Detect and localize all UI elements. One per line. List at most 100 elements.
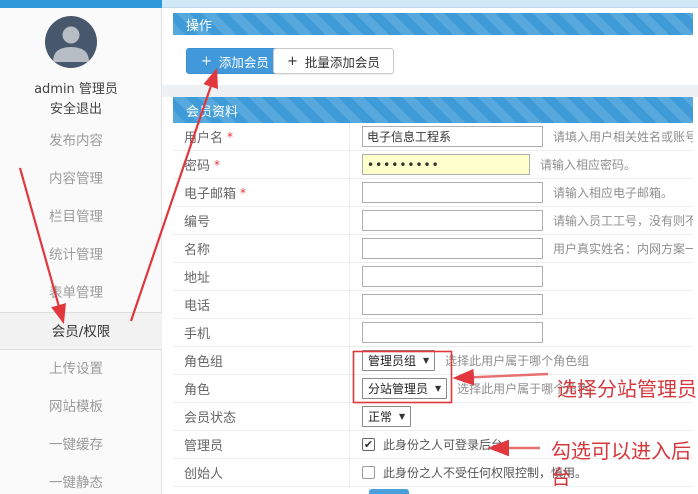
- text-input[interactable]: [362, 238, 543, 259]
- text-input[interactable]: [362, 210, 543, 231]
- form-row: 角色组 管理员组 ▼ 选择此用户属于哪个角色组: [173, 347, 693, 375]
- form-row: 地址: [173, 263, 693, 291]
- form-row: 手机: [173, 319, 693, 347]
- field-hint: 选择此用户属于哪个角色: [457, 380, 589, 397]
- submit-button[interactable]: [369, 489, 409, 494]
- sidebar-item-2[interactable]: 栏目管理: [0, 198, 152, 236]
- field-label: 管理员: [173, 431, 350, 458]
- field-label-text: 用户名: [184, 127, 223, 146]
- member-info-panel-title: 会员资料: [186, 101, 238, 120]
- field-label: 密码*: [173, 151, 350, 178]
- text-input[interactable]: [362, 322, 543, 343]
- form-row: 编号 请输入员工工号，没有则不填: [173, 207, 693, 235]
- field-control: 请输入相应密码。: [350, 154, 636, 175]
- field-control: [350, 294, 543, 315]
- sidebar-item-0[interactable]: 发布内容: [0, 122, 152, 160]
- logged-in-user-label: admin 管理员: [0, 78, 152, 97]
- actions-panel-header: 操作: [173, 13, 693, 35]
- field-control: 管理员组 ▼ 选择此用户属于哪个角色组: [350, 350, 589, 371]
- dropdown-select[interactable]: 正常▼: [362, 406, 411, 427]
- required-star-icon: *: [240, 186, 246, 200]
- text-input[interactable]: [362, 294, 543, 315]
- add-member-button-label: 添加会员: [219, 52, 269, 71]
- dropdown-selected-value: 分站管理员: [368, 380, 428, 397]
- required-star-icon: *: [214, 158, 220, 172]
- text-input[interactable]: [362, 182, 543, 203]
- dropdown-select[interactable]: 管理员组 ▼: [362, 350, 435, 371]
- checkbox-description: 此身份之人不受任何权限控制，慎用。: [383, 464, 587, 481]
- sidebar-item-7[interactable]: 网站模板: [0, 388, 152, 426]
- field-control: 正常▼: [350, 406, 411, 427]
- field-label: 角色组: [173, 347, 350, 374]
- field-label: 用户名 *: [173, 123, 350, 150]
- form-row: 角色 分站管理员 ▼ 选择此用户属于哪个角色: [173, 375, 693, 403]
- dropdown-select[interactable]: 分站管理员 ▼: [362, 378, 447, 399]
- text-input[interactable]: [362, 126, 543, 147]
- field-hint: 请输入相应密码。: [540, 156, 636, 173]
- field-label-text: 创始人: [184, 463, 223, 482]
- top-progress-bar: [0, 0, 698, 8]
- checkbox-description: 此身份之人可登录后台。: [383, 436, 515, 453]
- required-star-icon: *: [227, 130, 233, 144]
- actions-panel-title: 操作: [186, 15, 212, 34]
- sidebar-item-6[interactable]: 上传设置: [0, 350, 152, 388]
- field-control: 请填入用户相关姓名或账号，企业: [350, 126, 693, 147]
- form-row: 用户名 * 请填入用户相关姓名或账号，企业: [173, 123, 693, 151]
- plus-icon: +: [201, 54, 212, 69]
- field-control: [350, 266, 543, 287]
- top-progress-bar-fill: [0, 0, 162, 8]
- field-control: 分站管理员 ▼ 选择此用户属于哪个角色: [350, 378, 589, 399]
- field-hint: 选择此用户属于哪个角色组: [445, 352, 589, 369]
- field-hint: 请输入相应电子邮箱。: [553, 184, 673, 201]
- field-label-text: 电子邮箱: [184, 183, 236, 202]
- sidebar-item-8[interactable]: 一键缓存: [0, 426, 152, 464]
- form-row: 密码* 请输入相应密码。: [173, 151, 693, 179]
- field-control: 请输入相应电子邮箱。: [350, 182, 673, 203]
- field-control: 用户真实姓名：内网方案一般不填: [350, 238, 693, 259]
- sidebar-item-1[interactable]: 内容管理: [0, 160, 152, 198]
- batch-add-member-button-label: 批量添加会员: [305, 52, 380, 71]
- field-label: 电话: [173, 291, 350, 318]
- field-hint: 请填入用户相关姓名或账号，企业: [553, 128, 693, 145]
- field-control: ✔ 此身份之人可登录后台。: [350, 436, 515, 453]
- field-label-text: 电话: [184, 295, 210, 314]
- field-label: 编号: [173, 207, 350, 234]
- member-info-panel-header: 会员资料: [173, 97, 693, 123]
- field-hint: 用户真实姓名：内网方案一般不填: [553, 240, 693, 257]
- chevron-down-icon: ▼: [423, 356, 429, 365]
- field-label-text: 角色: [184, 379, 210, 398]
- field-label: 手机: [173, 319, 350, 346]
- chevron-down-icon: ▼: [435, 384, 441, 393]
- password-input[interactable]: [362, 154, 530, 175]
- field-hint: 请输入员工工号，没有则不填: [553, 212, 693, 229]
- batch-add-member-button[interactable]: + 批量添加会员: [273, 48, 394, 74]
- member-form: 用户名 * 请填入用户相关姓名或账号，企业密码* 请输入相应密码。电子邮箱 * 请输入相应…: [173, 123, 693, 487]
- sidebar-item-5-active[interactable]: 会员/权限: [0, 312, 162, 350]
- sidebar-item-4[interactable]: 表单管理: [0, 274, 152, 312]
- form-row: 名称 用户真实姓名：内网方案一般不填: [173, 235, 693, 263]
- field-label: 名称: [173, 235, 350, 262]
- form-row: 创始人 此身份之人不受任何权限控制，慎用。: [173, 459, 693, 487]
- field-label-text: 名称: [184, 239, 210, 258]
- logout-link[interactable]: 安全退出: [0, 98, 152, 117]
- text-input[interactable]: [362, 266, 543, 287]
- field-label: 角色: [173, 375, 350, 402]
- field-label-text: 手机: [184, 323, 210, 342]
- field-label: 创始人: [173, 459, 350, 486]
- checkbox-checked[interactable]: ✔: [362, 438, 375, 451]
- dropdown-selected-value: 管理员组: [368, 352, 416, 369]
- field-label: 会员状态: [173, 403, 350, 430]
- field-label-text: 会员状态: [184, 407, 236, 426]
- panel-gap: [162, 85, 698, 97]
- add-member-button[interactable]: + 添加会员: [186, 48, 284, 74]
- checkbox-unchecked[interactable]: [362, 466, 375, 479]
- user-avatar-icon: [45, 16, 97, 68]
- field-control: 此身份之人不受任何权限控制，慎用。: [350, 464, 587, 481]
- sidebar-item-9[interactable]: 一键静态: [0, 464, 152, 494]
- chevron-down-icon: ▼: [399, 412, 405, 421]
- field-label-text: 角色组: [184, 351, 223, 370]
- form-row: 电话: [173, 291, 693, 319]
- sidebar-item-3[interactable]: 统计管理: [0, 236, 152, 274]
- sidebar: admin 管理员 安全退出 发布内容内容管理栏目管理统计管理表单管理会员/权限…: [0, 8, 162, 494]
- avatar: [45, 16, 97, 68]
